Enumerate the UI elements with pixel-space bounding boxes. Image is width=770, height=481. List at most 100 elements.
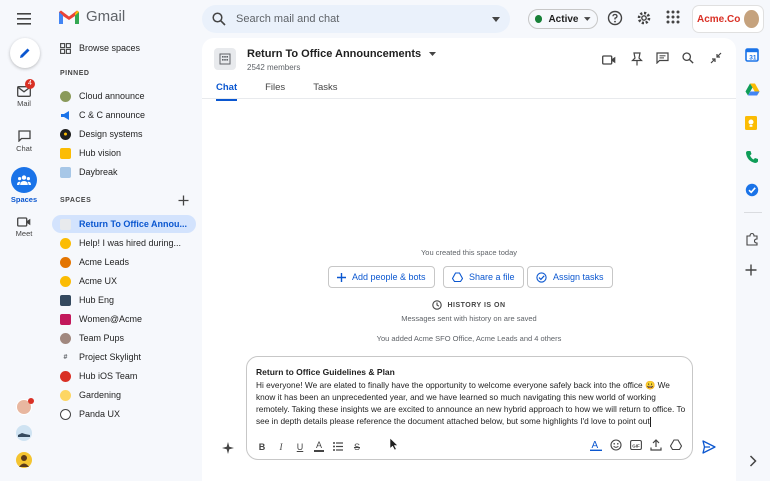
text-caret [649, 416, 651, 427]
bulleted-list-icon[interactable] [333, 442, 343, 451]
get-addons-button[interactable] [745, 232, 761, 248]
search-options-icon[interactable] [492, 16, 500, 22]
emoji-icon[interactable] [610, 439, 622, 451]
pinned-item-design-systems[interactable]: ● Design systems [52, 125, 196, 143]
pinned-messages-button[interactable] [631, 52, 647, 68]
main-menu-button[interactable] [12, 10, 36, 28]
browse-spaces-label: Browse spaces [79, 43, 141, 53]
upload-icon[interactable] [650, 439, 662, 451]
drive-icon[interactable] [670, 439, 682, 451]
threads-icon [656, 52, 669, 64]
space-item-project-skylight[interactable]: # Project Skylight [52, 348, 196, 366]
pinned-item-hub-vision[interactable]: Hub vision [52, 144, 196, 162]
italic-icon[interactable]: I [276, 442, 286, 452]
status-selector[interactable]: Active [528, 9, 598, 29]
formatting-toolbar: B I U A S [257, 441, 362, 452]
shoe-icon [18, 433, 30, 437]
share-file-button[interactable]: Share a file [443, 266, 524, 288]
dm-avatar-2[interactable] [16, 425, 32, 441]
pinned-item-label: Design systems [79, 129, 143, 139]
search-in-space-button[interactable] [682, 52, 698, 68]
svg-text:A: A [592, 440, 599, 451]
panda-avatar-icon [60, 408, 71, 420]
drive-addon[interactable] [745, 83, 761, 99]
rail-spaces[interactable]: Spaces [0, 167, 48, 204]
help-button[interactable] [607, 10, 625, 28]
tasks-addon[interactable] [745, 183, 761, 199]
space-item-acme-leads[interactable]: Acme Leads [52, 253, 196, 271]
threads-button[interactable] [656, 52, 672, 68]
dm-avatar-3[interactable] [16, 452, 32, 468]
assign-tasks-button[interactable]: Assign tasks [527, 266, 613, 288]
rail-spaces-label: Spaces [10, 195, 38, 204]
calendar-addon[interactable]: 31 [745, 48, 761, 64]
rail-meet[interactable]: Meet [0, 217, 48, 238]
pinned-item-cc-announce[interactable]: C & C announce [52, 106, 196, 124]
space-item-panda-ux[interactable]: Panda UX [52, 405, 196, 423]
composer-body[interactable]: Hi everyone! We are elated to finally ha… [256, 379, 686, 427]
rail-chat[interactable]: Chat [0, 130, 48, 153]
space-item-acme-ux[interactable]: Acme UX [52, 272, 196, 290]
browse-spaces-link[interactable]: Browse spaces [52, 39, 196, 57]
add-people-button[interactable]: Add people & bots [328, 266, 435, 288]
keep-addon[interactable] [745, 116, 761, 132]
acme-leads-avatar-icon [60, 256, 71, 268]
gif-icon[interactable]: GIF [630, 439, 642, 451]
cloud-announce-avatar-icon [60, 90, 71, 102]
pinned-item-daybreak[interactable]: Daybreak [52, 163, 196, 181]
browse-grid-icon [60, 42, 71, 54]
compose-button[interactable] [10, 38, 40, 68]
show-side-panel-button[interactable] [745, 455, 761, 471]
design-systems-avatar-icon: ● [60, 128, 71, 140]
collapse-arrows-icon [710, 52, 722, 64]
collapse-button[interactable] [710, 52, 726, 68]
rail-meet-label: Meet [15, 229, 33, 238]
apps-button[interactable] [666, 10, 684, 28]
dm-avatar-1[interactable] [16, 398, 34, 415]
room-title-button[interactable]: Return To Office Announcements [247, 48, 437, 60]
message-composer[interactable]: Return to Office Guidelines & Plan Hi ev… [246, 356, 693, 460]
bold-icon[interactable]: B [257, 442, 267, 452]
calendar-icon: 31 [745, 48, 759, 62]
dog-avatar-icon [60, 332, 71, 344]
space-item-team-pups[interactable]: Team Pups [52, 329, 196, 347]
spaces-active-pill [11, 167, 37, 193]
space-item-hub-eng[interactable]: Hub Eng [52, 291, 196, 309]
assign-tasks-label: Assign tasks [553, 272, 604, 282]
search-input[interactable] [236, 13, 482, 25]
spaces-sidebar: Browse spaces PINNED Cloud announce C & … [48, 38, 200, 481]
women-acme-avatar-icon [60, 313, 71, 325]
space-item-return-to-office[interactable]: Return To Office Annou... [52, 215, 196, 233]
text-color-icon[interactable]: A [314, 441, 324, 452]
pinned-item-cloud-announce[interactable]: Cloud announce [52, 87, 196, 105]
start-video-call-button[interactable] [602, 52, 618, 68]
room-title: Return To Office Announcements [247, 48, 422, 60]
settings-button[interactable] [636, 10, 654, 28]
pin-icon [631, 52, 643, 66]
emoji-avatar-icon [60, 237, 71, 249]
add-space-plus-icon[interactable] [178, 195, 189, 206]
account-switcher[interactable]: Acme.Co [693, 6, 763, 32]
rail-chat-label: Chat [16, 144, 32, 153]
space-item-help-hired[interactable]: Help! I was hired during... [52, 234, 196, 252]
mouse-cursor-icon [389, 437, 399, 451]
video-camera-icon [602, 55, 616, 65]
add-addon-button[interactable] [745, 264, 761, 280]
underline-icon[interactable]: U [295, 442, 305, 452]
gmail-logo[interactable]: Gmail [58, 8, 125, 25]
format-text-icon[interactable]: A [590, 439, 602, 451]
voice-addon[interactable] [745, 150, 761, 166]
status-label: Active [548, 13, 579, 25]
drive-icon [452, 272, 463, 282]
space-item-women-acme[interactable]: Women@Acme [52, 310, 196, 328]
rail-mail[interactable]: 4 Mail [0, 79, 48, 108]
space-item-hub-ios-team[interactable]: Hub iOS Team [52, 367, 196, 385]
space-item-label: Project Skylight [79, 352, 142, 362]
members-added-note: You added Acme SFO Office, Acme Leads an… [376, 334, 562, 343]
space-item-gardening[interactable]: Gardening [52, 386, 196, 404]
ai-assist-button[interactable] [222, 442, 234, 454]
search-bar[interactable] [202, 5, 510, 33]
strikethrough-icon[interactable]: S [352, 442, 362, 452]
send-button[interactable] [702, 440, 716, 454]
space-item-label: Hub iOS Team [79, 371, 138, 381]
